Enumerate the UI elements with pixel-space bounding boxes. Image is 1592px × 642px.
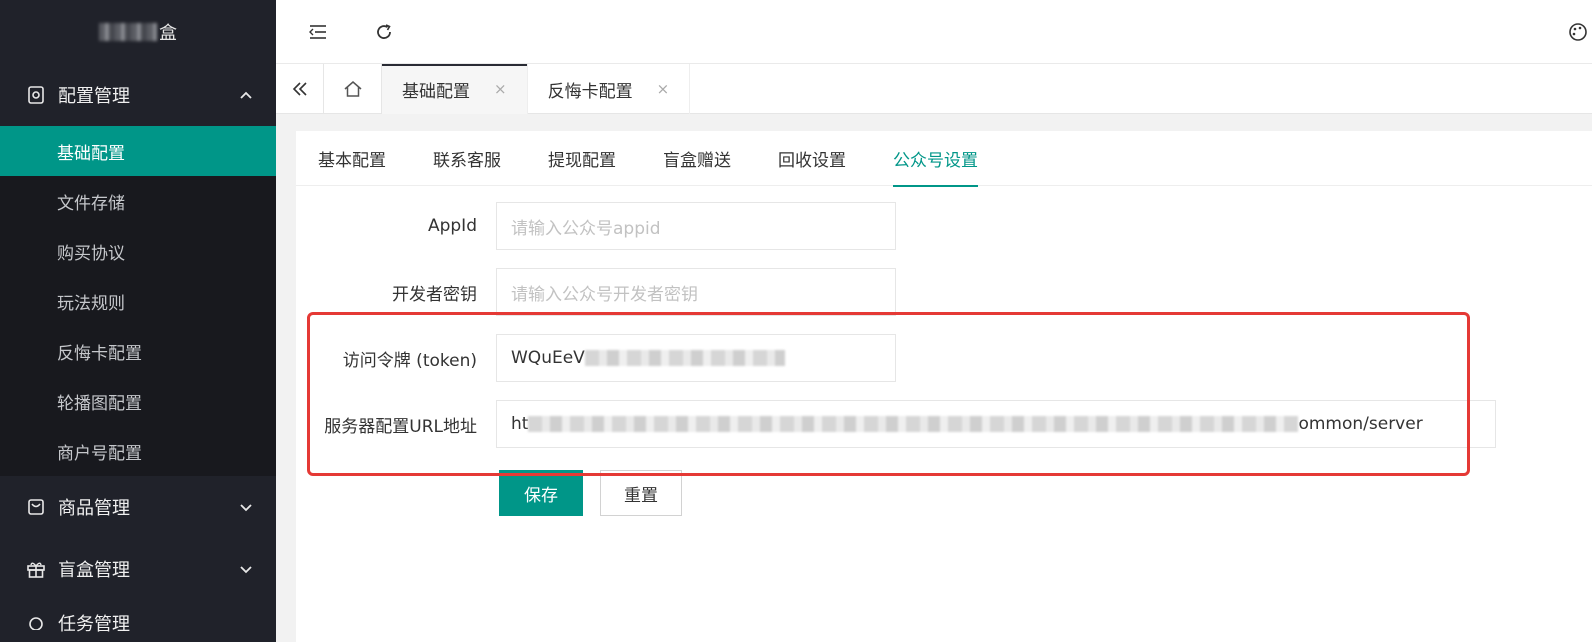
form-row-token: 访问令牌 (token) WQuEeV: [296, 334, 896, 382]
home-tab-button[interactable]: [324, 64, 382, 114]
appid-input[interactable]: 请输入公众号appid: [496, 202, 896, 250]
tab-blindbox-gift[interactable]: 盲盒赠送: [663, 131, 731, 186]
menu-group-label: 盲盒管理: [58, 560, 130, 581]
logo-text: 盒: [159, 23, 177, 44]
menu-group-label: 任务管理: [58, 614, 130, 635]
top-header: [276, 0, 1592, 64]
save-button[interactable]: 保存: [499, 470, 583, 516]
reset-button[interactable]: 重置: [600, 470, 682, 516]
chevron-down-icon: [240, 566, 252, 574]
home-icon: [344, 81, 361, 97]
token-redacted: [584, 350, 785, 366]
page-tab-regret-card[interactable]: 反悔卡配置 ×: [528, 64, 691, 114]
settings-tabs: 基本配置 联系客服 提现配置 盲盒赠送 回收设置 公众号设置: [296, 131, 1592, 187]
appid-placeholder: 请输入公众号appid: [511, 218, 661, 239]
sidebar-item-file-storage[interactable]: 文件存储: [0, 176, 276, 226]
chevron-down-icon: [240, 504, 252, 512]
submenu-config: 基础配置 文件存储 购买协议 玩法规则 反悔卡配置 轮播图配置 商户号配置: [0, 126, 276, 476]
menu-group-config[interactable]: 配置管理: [0, 64, 276, 126]
bag-icon: [26, 497, 46, 517]
sidebar-item-merchant[interactable]: 商户号配置: [0, 426, 276, 476]
theme-palette-icon[interactable]: [1568, 22, 1588, 42]
tabs-scroll-left-button[interactable]: [276, 64, 324, 114]
content-panel: 基本配置 联系客服 提现配置 盲盒赠送 回收设置 公众号设置 AppId 请输入…: [296, 131, 1592, 642]
close-icon[interactable]: ×: [494, 80, 507, 98]
menu-group-tasks[interactable]: 任务管理: [0, 600, 276, 640]
token-input[interactable]: WQuEeV: [496, 334, 896, 382]
secret-label: 开发者密钥: [392, 284, 477, 305]
sidebar-item-purchase-agreement[interactable]: 购买协议: [0, 226, 276, 276]
server-url-prefix: ht: [511, 414, 529, 434]
sidebar-item-regret-card[interactable]: 反悔卡配置: [0, 326, 276, 376]
form-row-secret: 开发者密钥 请输入公众号开发者密钥: [296, 268, 896, 316]
appid-label: AppId: [427, 216, 477, 236]
menu-group-label: 配置管理: [58, 86, 130, 107]
token-label: 访问令牌 (token): [342, 350, 477, 371]
form-row-server-url: 服务器配置URL地址 ht ommon/server: [296, 400, 1496, 448]
collapse-menu-icon[interactable]: [308, 22, 328, 42]
menu-group-blindbox[interactable]: 盲盒管理: [0, 538, 276, 600]
page-tab-bar: 基础配置 × 反悔卡配置 ×: [276, 64, 1592, 114]
token-value: WQuEeV: [511, 348, 585, 368]
tab-official-account[interactable]: 公众号设置: [893, 131, 978, 187]
chevron-up-icon: [240, 91, 252, 99]
tab-customer-service[interactable]: 联系客服: [433, 131, 501, 186]
app-logo[interactable]: 盒: [0, 0, 276, 64]
sidebar-item-carousel[interactable]: 轮播图配置: [0, 376, 276, 426]
secret-input[interactable]: 请输入公众号开发者密钥: [496, 268, 896, 316]
sidebar-item-basic-config[interactable]: 基础配置: [0, 126, 276, 176]
refresh-icon[interactable]: [374, 22, 394, 42]
task-icon: [26, 610, 46, 631]
server-url-input[interactable]: ht ommon/server: [496, 400, 1496, 448]
tab-withdraw[interactable]: 提现配置: [548, 131, 616, 186]
menu-group-products[interactable]: 商品管理: [0, 476, 276, 538]
close-icon[interactable]: ×: [657, 80, 670, 98]
tab-recycle[interactable]: 回收设置: [778, 131, 846, 186]
server-url-suffix: ommon/server: [1298, 414, 1423, 434]
sidebar: 盒 配置管理 基础配置 文件存储 购买协议 玩法规则 反悔卡配置 轮播图配置 商…: [0, 0, 276, 642]
form-row-appid: AppId 请输入公众号appid: [296, 202, 896, 250]
secret-placeholder: 请输入公众号开发者密钥: [511, 284, 698, 305]
double-chevron-left-icon: [292, 82, 307, 96]
logo-blurred-text: [99, 23, 157, 41]
gift-icon: [26, 559, 46, 579]
tab-basic[interactable]: 基本配置: [318, 131, 386, 186]
server-url-redacted: [528, 416, 1299, 432]
menu-group-label: 商品管理: [58, 498, 130, 519]
settings-icon: [26, 85, 46, 105]
page-tab-basic-config[interactable]: 基础配置 ×: [382, 64, 528, 114]
sidebar-item-game-rules[interactable]: 玩法规则: [0, 276, 276, 326]
server-url-label: 服务器配置URL地址: [324, 416, 477, 437]
